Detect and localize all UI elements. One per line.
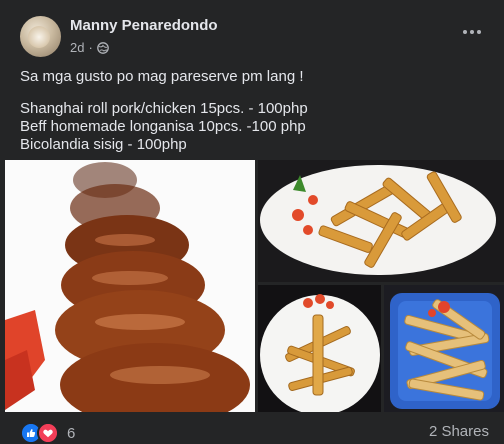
author-name[interactable]: Manny Penaredondo bbox=[70, 17, 218, 34]
globe-icon[interactable] bbox=[96, 41, 109, 54]
love-reaction-icon bbox=[37, 422, 59, 444]
photo-shanghai-plate[interactable] bbox=[258, 160, 504, 282]
more-options-icon[interactable] bbox=[460, 22, 484, 42]
meta-separator: · bbox=[88, 40, 93, 55]
post-text-line: Beff homemade longanisa 10pcs. -100 php bbox=[20, 118, 306, 135]
post-text-line: Bicolandia sisig - 100php bbox=[20, 136, 187, 153]
post-text-line: Shanghai roll pork/chicken 15pcs. - 100p… bbox=[20, 100, 308, 117]
reactions[interactable]: 6 bbox=[20, 422, 75, 444]
photo-grid bbox=[0, 160, 504, 412]
photo-shanghai-blue-tray[interactable] bbox=[384, 285, 504, 412]
facebook-post: Manny Penaredondo 2d · Sa mga gusto po m… bbox=[0, 0, 504, 444]
post-meta: 2d · bbox=[70, 40, 109, 55]
post-time[interactable]: 2d bbox=[70, 40, 84, 55]
post-text-line: Sa mga gusto po mag pareserve pm lang ! bbox=[20, 68, 304, 85]
reaction-count[interactable]: 6 bbox=[67, 425, 75, 442]
post-text: Sa mga gusto po mag pareserve pm lang ! … bbox=[20, 68, 490, 154]
photo-longanisa[interactable] bbox=[5, 160, 255, 412]
photo-shanghai-round-plate[interactable] bbox=[258, 285, 381, 412]
shares-count[interactable]: 2 Shares bbox=[429, 423, 489, 440]
post-footer: 6 2 Shares bbox=[0, 414, 504, 444]
avatar[interactable] bbox=[20, 16, 61, 57]
